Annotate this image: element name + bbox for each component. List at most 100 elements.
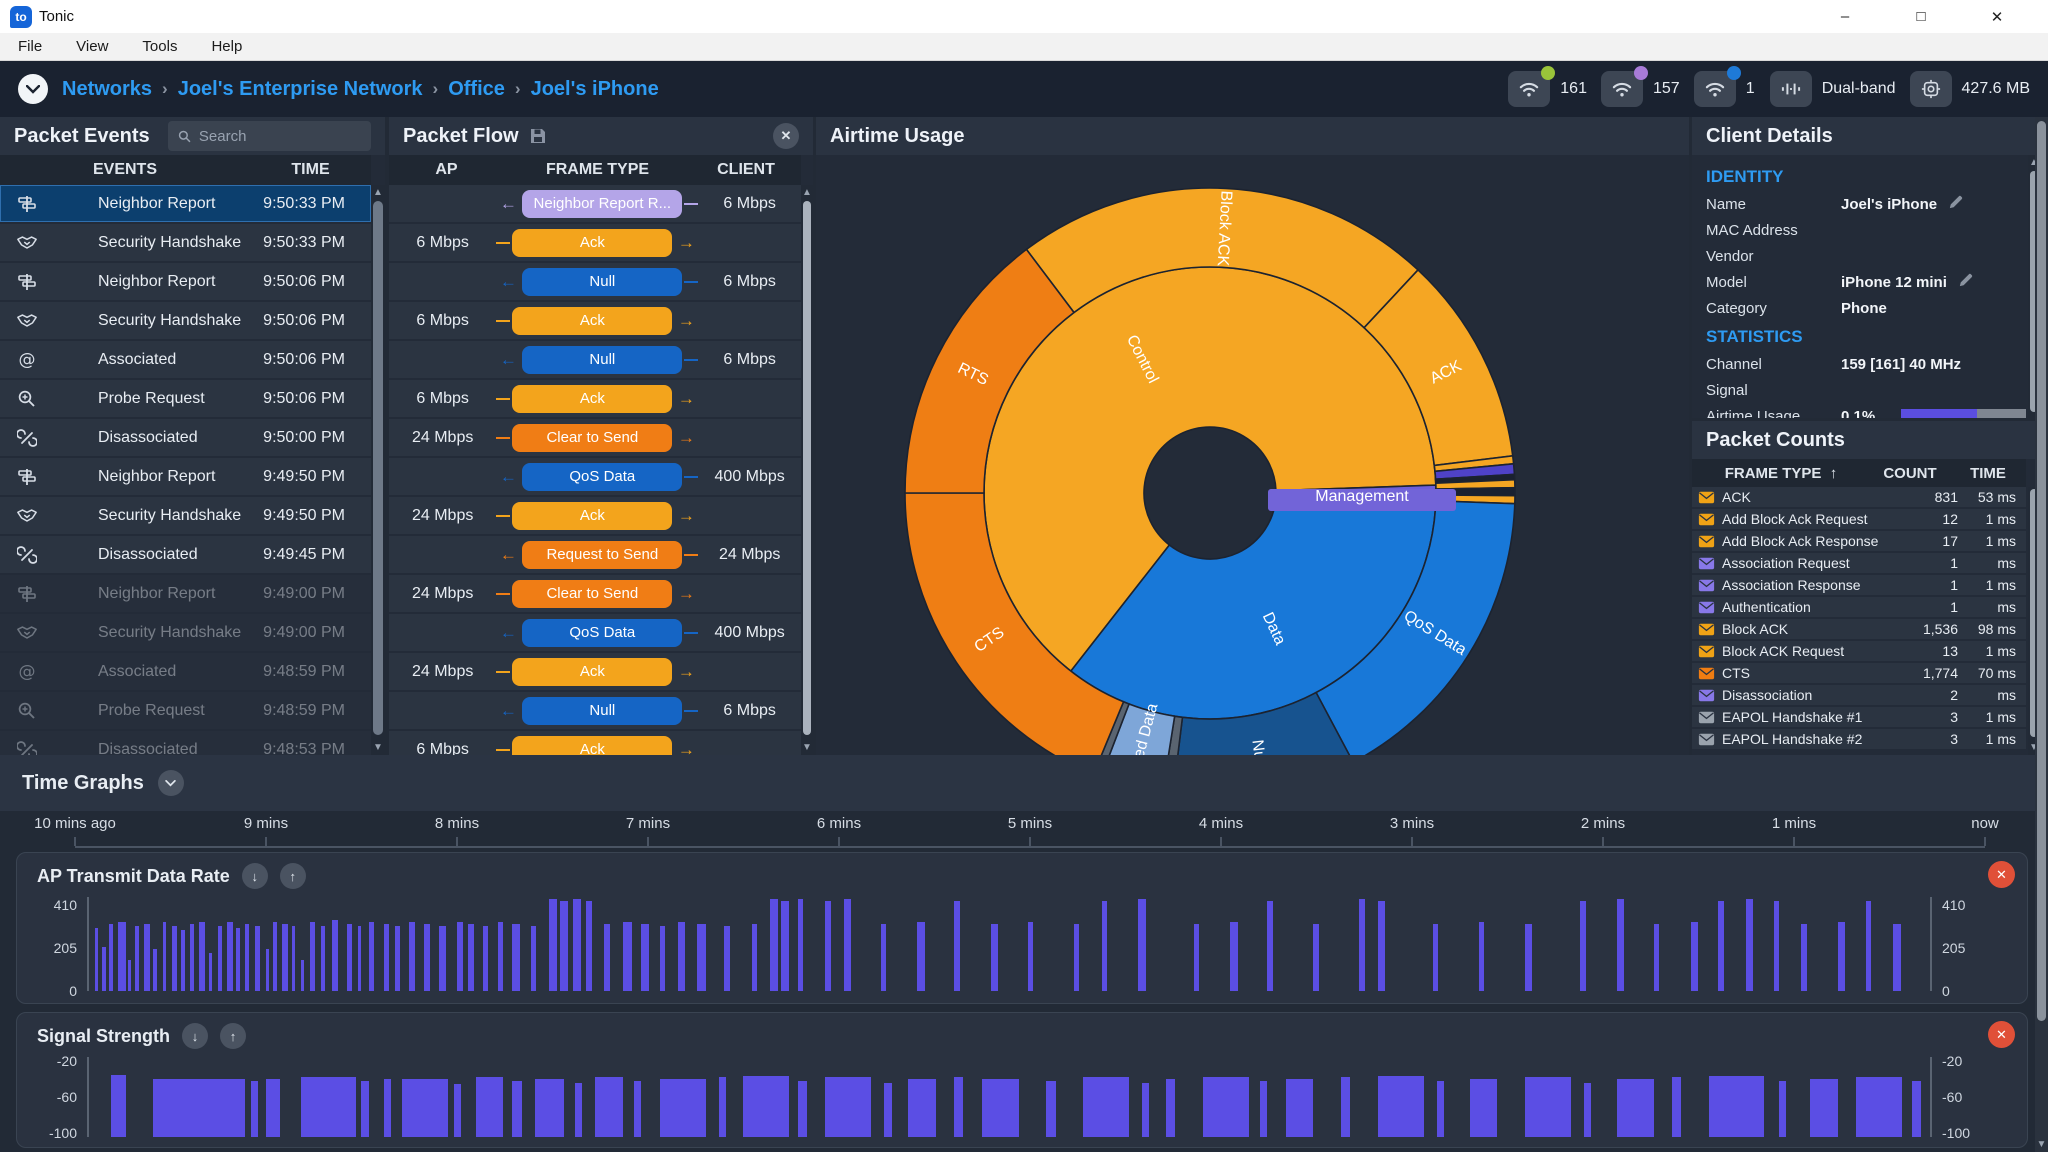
flow-tail <box>496 749 510 751</box>
data-bar <box>1313 924 1319 991</box>
packet-event-row[interactable]: @Associated9:48:59 PM <box>0 653 371 690</box>
timeline-ruler[interactable]: 10 mins ago9 mins8 mins7 mins6 mins5 min… <box>75 811 1985 848</box>
packet-flow-scrollbar[interactable]: ▲ ▼ <box>801 185 813 755</box>
breadcrumb-link[interactable]: Networks <box>62 78 152 101</box>
packet-count-row[interactable]: Association Request1ms <box>1692 553 2026 573</box>
menu-item-file[interactable]: File <box>18 38 42 55</box>
packet-count-row[interactable]: EAPOL Handshake #131 ms <box>1692 707 2026 727</box>
airtime-sunburst-chart[interactable]: ControlDataBlock ACKACKQoS DataNullInfer… <box>816 155 1689 755</box>
packet-count-row[interactable]: Association Response11 ms <box>1692 575 2026 595</box>
breadcrumb-link[interactable]: Joel's Enterprise Network <box>178 78 423 101</box>
signal-strength-plot: -20-20-60-60-100-100 <box>87 1057 1932 1137</box>
y-axis-tick: -100 <box>49 1125 89 1141</box>
main-scrollbar[interactable]: ▼ <box>2035 117 2048 1152</box>
packet-flow-row[interactable]: ←QoS Data400 Mbps <box>389 458 801 495</box>
close-button[interactable]: ✕ <box>1974 8 2020 26</box>
packet-flow-row[interactable]: ←Null6 Mbps <box>389 341 801 378</box>
time-graphs-collapse-button[interactable] <box>158 770 184 796</box>
band-button[interactable] <box>1770 71 1812 107</box>
client-details-panel: Client Details IDENTITYNameJoel's iPhone… <box>1692 117 2040 418</box>
ap-column-header[interactable]: AP <box>389 155 504 185</box>
packet-flow-row[interactable]: 6 MbpsAck→ <box>389 380 801 417</box>
pencil-icon[interactable] <box>1947 194 1964 215</box>
menu-item-tools[interactable]: Tools <box>142 38 177 55</box>
time-column-header[interactable]: TIME <box>250 155 371 185</box>
packet-count-row[interactable]: Disassociation2ms <box>1692 685 2026 705</box>
data-bar <box>844 899 851 991</box>
breadcrumb-collapse-button[interactable] <box>18 74 48 104</box>
packet-event-row[interactable]: Security Handshake9:50:33 PM <box>0 224 371 261</box>
packet-flow-row[interactable]: 24 MbpsClear to Send→ <box>389 419 801 456</box>
count-column-header[interactable]: COUNT <box>1870 465 1950 482</box>
security-handshake-icon <box>12 507 42 525</box>
packet-flow-row[interactable]: 24 MbpsAck→ <box>389 653 801 690</box>
menu-item-help[interactable]: Help <box>211 38 242 55</box>
timeline-label: 9 mins <box>244 815 288 832</box>
frame-type-sort-header[interactable]: FRAME TYPE ↑ <box>1692 465 1870 482</box>
packet-event-row[interactable]: Neighbor Report9:50:33 PM <box>0 185 371 222</box>
breadcrumb-link[interactable]: Office <box>448 78 505 101</box>
packet-count-row[interactable]: Add Block Ack Request121 ms <box>1692 509 2026 529</box>
packet-event-row[interactable]: Neighbor Report9:49:50 PM <box>0 458 371 495</box>
data-bar <box>1774 901 1780 991</box>
packet-flow-row[interactable]: ←Neighbor Report R...6 Mbps <box>389 185 801 222</box>
packet-count-row[interactable]: ACK83153 ms <box>1692 487 2026 507</box>
packet-count-row[interactable]: CTS1,77470 ms <box>1692 663 2026 683</box>
packet-count-row[interactable]: Add Block Ack Response171 ms <box>1692 531 2026 551</box>
search-box[interactable] <box>168 121 371 151</box>
packet-event-row[interactable]: Neighbor Report9:49:00 PM <box>0 575 371 612</box>
packet-event-row[interactable]: Probe Request9:48:59 PM <box>0 692 371 729</box>
packet-event-row[interactable]: Security Handshake9:49:50 PM <box>0 497 371 534</box>
packet-count-row[interactable]: Block ACK Request131 ms <box>1692 641 2026 661</box>
client-column-header[interactable]: CLIENT <box>691 155 801 185</box>
wifi-button[interactable] <box>1601 71 1643 107</box>
ap-rate: 6 Mbps <box>389 390 496 408</box>
search-input[interactable] <box>199 128 361 145</box>
wifi-button[interactable] <box>1694 71 1736 107</box>
move-down-button[interactable]: ↓ <box>242 863 268 889</box>
cpu-button[interactable] <box>1910 71 1952 107</box>
minimize-button[interactable]: – <box>1822 8 1868 26</box>
move-up-button[interactable]: ↑ <box>280 863 306 889</box>
packet-event-row[interactable]: Neighbor Report9:50:06 PM <box>0 263 371 300</box>
wifi-button[interactable] <box>1508 71 1550 107</box>
packet-event-row[interactable]: @Associated9:50:06 PM <box>0 341 371 378</box>
packet-event-row[interactable]: Security Handshake9:50:06 PM <box>0 302 371 339</box>
packet-flow-row[interactable]: ←Null6 Mbps <box>389 263 801 300</box>
pencil-icon[interactable] <box>1957 272 1974 293</box>
save-icon[interactable] <box>529 127 547 145</box>
packet-flow-row[interactable]: ←QoS Data400 Mbps <box>389 614 801 651</box>
packet-flow-row[interactable]: 24 MbpsClear to Send→ <box>389 575 801 612</box>
move-up-button[interactable]: ↑ <box>220 1023 246 1049</box>
packet-event-row[interactable]: Security Handshake9:49:00 PM <box>0 614 371 651</box>
breadcrumb-link[interactable]: Joel's iPhone <box>531 78 659 101</box>
status-item: 161 <box>1508 71 1587 107</box>
packet-events-scrollbar[interactable]: ▲ ▼ <box>371 185 385 755</box>
events-column-header[interactable]: EVENTS <box>0 155 250 185</box>
data-bar <box>1194 924 1200 991</box>
menu-item-view[interactable]: View <box>76 38 108 55</box>
arrow-left-icon: ← <box>496 272 520 292</box>
time-column-header-counts[interactable]: TIME <box>1950 465 2026 482</box>
packet-flow-row[interactable]: 6 MbpsAck→ <box>389 302 801 339</box>
packet-flow-row[interactable]: 24 MbpsAck→ <box>389 497 801 534</box>
packet-event-row[interactable]: Probe Request9:50:06 PM <box>0 380 371 417</box>
close-graph-icon[interactable]: ✕ <box>1988 861 2015 888</box>
packet-count-row[interactable]: EAPOL Handshake #231 ms <box>1692 729 2026 749</box>
packet-count-row[interactable]: Block ACK1,53698 ms <box>1692 619 2026 639</box>
packet-flow-row[interactable]: 6 MbpsAck→ <box>389 731 801 755</box>
packet-count-row[interactable]: Authentication1ms <box>1692 597 2026 617</box>
maximize-button[interactable]: □ <box>1898 8 1944 26</box>
packet-flow-row[interactable]: ←Null6 Mbps <box>389 692 801 729</box>
packet-flow-row[interactable]: 6 MbpsAck→ <box>389 224 801 261</box>
packet-event-row[interactable]: Disassociated9:49:45 PM <box>0 536 371 573</box>
data-bar <box>770 899 777 991</box>
packet-event-row[interactable]: Disassociated9:50:00 PM <box>0 419 371 456</box>
move-down-button[interactable]: ↓ <box>182 1023 208 1049</box>
frame-type-column-header[interactable]: FRAME TYPE <box>504 155 691 185</box>
packet-flow-close-button[interactable]: ✕ <box>773 123 799 149</box>
packet-event-row[interactable]: Disassociated9:48:53 PM <box>0 731 371 755</box>
data-bar <box>153 949 157 991</box>
close-graph-icon[interactable]: ✕ <box>1988 1021 2015 1048</box>
packet-flow-row[interactable]: ←Request to Send24 Mbps <box>389 536 801 573</box>
